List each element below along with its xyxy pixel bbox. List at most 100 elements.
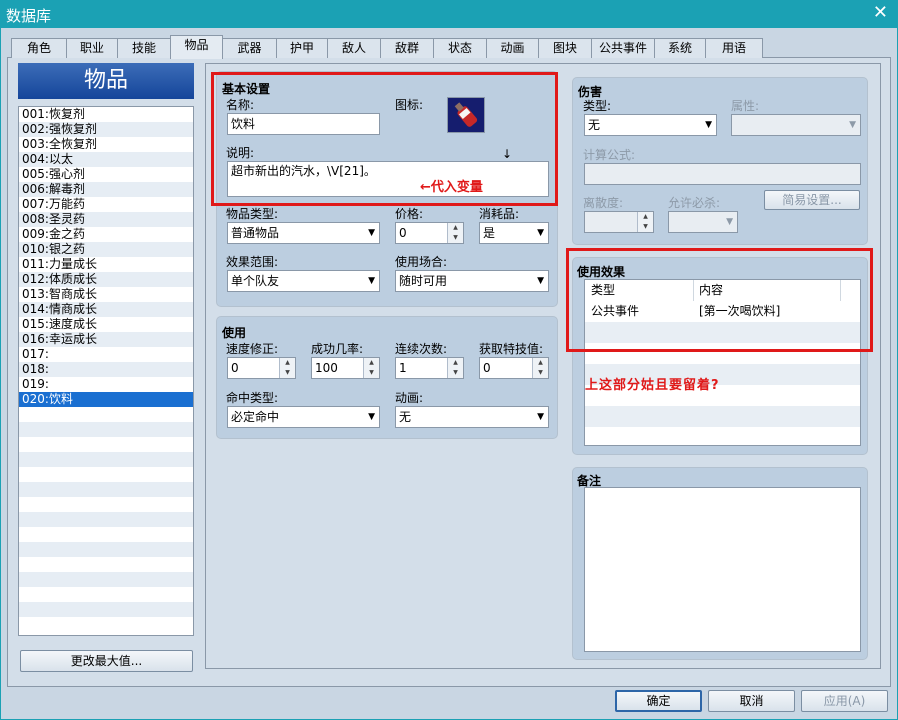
tab-3[interactable]: 物品 — [170, 35, 223, 59]
speed-label: 速度修正: — [226, 342, 279, 356]
success-label: 成功几率: — [311, 342, 364, 356]
list-filler-row — [19, 437, 193, 452]
scope-value: 单个队友 — [231, 274, 280, 288]
list-item[interactable]: 019: — [19, 377, 193, 392]
basic-settings-highlight — [211, 72, 558, 206]
hit-type-label: 命中类型: — [226, 391, 279, 405]
tab-4[interactable]: 武器 — [222, 38, 277, 58]
apply-button[interactable]: 应用(A) — [801, 690, 888, 712]
stepper-arrows-icon[interactable]: ▲ ▼ — [279, 358, 295, 378]
tp-gain-stepper[interactable]: 0 ▲ ▼ — [479, 357, 549, 379]
change-max-button[interactable]: 更改最大值... — [20, 650, 193, 672]
damage-type-label: 类型: — [583, 99, 612, 113]
tab-0[interactable]: 角色 — [11, 38, 67, 58]
note-group: 备注 — [572, 467, 868, 660]
element-select[interactable]: ▼ — [731, 114, 861, 136]
item-type-select[interactable]: 普通物品 ▼ — [227, 222, 380, 244]
price-stepper[interactable]: 0 ▲ ▼ — [395, 222, 464, 244]
effects-empty-row[interactable] — [585, 406, 860, 427]
list-item[interactable]: 010:银之药 — [19, 242, 193, 257]
close-icon[interactable]: ✕ — [873, 3, 888, 23]
list-item[interactable]: 020:饮料 — [19, 392, 193, 407]
effects-empty-row[interactable] — [585, 427, 860, 445]
easy-setup-button[interactable]: 简易设置... — [764, 190, 860, 210]
occasion-label: 使用场合: — [395, 255, 448, 269]
list-item[interactable]: 016:幸运成长 — [19, 332, 193, 347]
list-filler-row — [19, 572, 193, 587]
list-item[interactable]: 014:情商成长 — [19, 302, 193, 317]
tab-8[interactable]: 状态 — [433, 38, 487, 58]
damage-type-select[interactable]: 无 ▼ — [584, 114, 717, 136]
list-filler-row — [19, 512, 193, 527]
list-item[interactable]: 009:金之药 — [19, 227, 193, 242]
speed-value: 0 — [231, 361, 239, 375]
tp-gain-value: 0 — [483, 361, 491, 375]
price-label: 价格: — [395, 207, 424, 221]
occasion-select[interactable]: 随时可用 ▼ — [395, 270, 549, 292]
item-list[interactable]: 001:恢复剂 002:强恢复剂 003:全恢复剂 004:以太 005:强心剂 006:… — [18, 106, 194, 636]
list-item[interactable]: 018: — [19, 362, 193, 377]
list-item[interactable]: 002:强恢复剂 — [19, 122, 193, 137]
repeat-stepper[interactable]: 1 ▲ ▼ — [395, 357, 464, 379]
tab-11[interactable]: 公共事件 — [591, 38, 655, 58]
list-item[interactable]: 005:强心剂 — [19, 167, 193, 182]
list-item[interactable]: 017: — [19, 347, 193, 362]
success-stepper[interactable]: 100 ▲ ▼ — [311, 357, 380, 379]
stepper-arrows-icon[interactable]: ▲ ▼ — [447, 223, 463, 243]
tab-13[interactable]: 用语 — [705, 38, 763, 58]
note-textarea[interactable] — [584, 487, 861, 652]
list-filler-row — [19, 557, 193, 572]
tab-12[interactable]: 系统 — [654, 38, 706, 58]
list-filler-row — [19, 587, 193, 602]
list-item[interactable]: 008:圣灵药 — [19, 212, 193, 227]
list-item[interactable]: 006:解毒剂 — [19, 182, 193, 197]
list-filler-row — [19, 452, 193, 467]
animation-value: 无 — [399, 410, 412, 424]
damage-group: 伤害 类型: 无 ▼ 属性: ▼ 计算公式: 离散度: ▲ ▼ 允许必杀: ▼ 简易… — [572, 77, 868, 245]
list-item[interactable]: 011:力量成长 — [19, 257, 193, 272]
stepper-arrows-icon[interactable]: ▲ ▼ — [637, 212, 653, 232]
list-filler-row — [19, 467, 193, 482]
item-type-value: 普通物品 — [231, 226, 280, 240]
list-item[interactable]: 003:全恢复剂 — [19, 137, 193, 152]
tab-6[interactable]: 敌人 — [327, 38, 381, 58]
list-item[interactable]: 013:智商成长 — [19, 287, 193, 302]
list-banner: 物品 — [18, 63, 194, 99]
list-item[interactable]: 001:恢复剂 — [19, 107, 193, 122]
formula-label: 计算公式: — [583, 148, 636, 162]
formula-input[interactable] — [584, 163, 861, 185]
animation-select[interactable]: 无 ▼ — [395, 406, 549, 428]
tab-2[interactable]: 技能 — [117, 38, 171, 58]
cancel-button[interactable]: 取消 — [708, 690, 795, 712]
consumable-label: 消耗品: — [479, 207, 520, 221]
variance-stepper[interactable]: ▲ ▼ — [584, 211, 654, 233]
variance-label: 离散度: — [583, 196, 624, 210]
list-item[interactable]: 004:以太 — [19, 152, 193, 167]
list-filler-row — [19, 482, 193, 497]
hit-type-select[interactable]: 必定命中 ▼ — [227, 406, 380, 428]
item-type-label: 物品类型: — [226, 207, 279, 221]
tab-9[interactable]: 动画 — [486, 38, 539, 58]
tab-10[interactable]: 图块 — [538, 38, 592, 58]
tab-1[interactable]: 职业 — [66, 38, 118, 58]
stepper-arrows-icon[interactable]: ▲ ▼ — [447, 358, 463, 378]
tab-7[interactable]: 敌群 — [380, 38, 434, 58]
tab-5[interactable]: 护甲 — [276, 38, 328, 58]
list-item[interactable]: 015:速度成长 — [19, 317, 193, 332]
speed-stepper[interactable]: 0 ▲ ▼ — [227, 357, 296, 379]
hit-type-value: 必定命中 — [231, 410, 280, 424]
ok-button[interactable]: 确定 — [615, 690, 702, 712]
consumable-select[interactable]: 是 ▼ — [479, 222, 549, 244]
chevron-down-icon: ▼ — [368, 228, 375, 238]
list-item[interactable]: 007:万能药 — [19, 197, 193, 212]
animation-label: 动画: — [395, 391, 424, 405]
usage-group: 使用 速度修正: 0 ▲ ▼ 成功几率: 100 ▲ ▼ 连续次数: 1 ▲ ▼ 获取特技值… — [216, 316, 558, 439]
list-filler-row — [19, 422, 193, 437]
repeat-value: 1 — [399, 361, 407, 375]
scope-select[interactable]: 单个队友 ▼ — [227, 270, 380, 292]
list-item[interactable]: 012:体质成长 — [19, 272, 193, 287]
stepper-arrows-icon[interactable]: ▲ ▼ — [532, 358, 548, 378]
critical-select[interactable]: ▼ — [668, 211, 738, 233]
stepper-arrows-icon[interactable]: ▲ ▼ — [363, 358, 379, 378]
occasion-value: 随时可用 — [399, 274, 448, 288]
